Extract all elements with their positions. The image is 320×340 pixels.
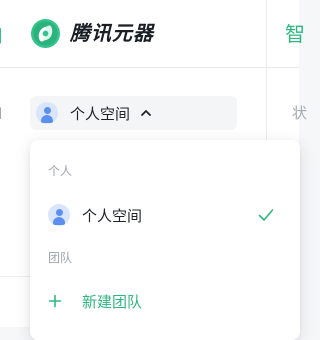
section-label-personal: 个人 [48, 164, 73, 178]
check-icon [258, 209, 274, 221]
main-subtitle-fragment: 状 [292, 104, 308, 122]
header-divider [0, 67, 299, 68]
brand-name: 腾讯元器 [70, 21, 154, 45]
new-team-button[interactable]: 新建团队 [42, 288, 288, 314]
logo[interactable]: 腾讯元器 [30, 18, 154, 49]
user-avatar-icon [36, 102, 58, 124]
edge-cropped-glyph-2: ■ [0, 100, 4, 124]
user-avatar-icon [48, 204, 70, 226]
workspace-dropdown: 个人 个人空间 团队 新建团队 [30, 140, 300, 340]
workspace-switcher[interactable]: 个人空间 [30, 96, 237, 130]
workspace-switcher-label: 个人空间 [70, 104, 131, 123]
menu-item-personal-space[interactable]: 个人空间 [42, 201, 288, 229]
edge-cropped-glyph: ■ [0, 22, 4, 46]
yuanqi-logo-icon [30, 18, 61, 49]
chevron-up-icon [141, 110, 151, 116]
plus-icon [48, 294, 62, 308]
main-title-fragment: 智 [285, 22, 305, 46]
section-label-team: 团队 [48, 251, 73, 265]
sidebar-divider [0, 276, 30, 277]
new-team-label: 新建团队 [82, 292, 143, 311]
menu-item-label: 个人空间 [82, 206, 143, 225]
